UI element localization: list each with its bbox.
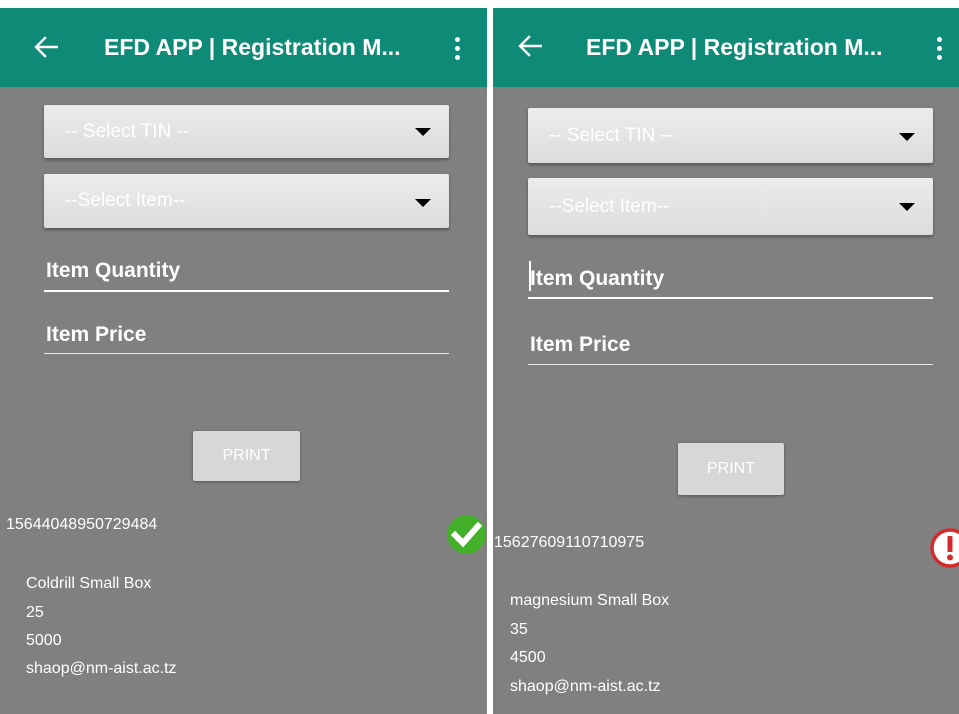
item-select[interactable]: --Select Item--: [44, 174, 449, 228]
app-bar: EFD APP | Registration M...: [0, 8, 487, 87]
print-button[interactable]: PRINT: [678, 443, 784, 495]
print-button[interactable]: PRINT: [193, 431, 300, 481]
error-exclamation-icon: [929, 527, 959, 569]
receipt-item-name: Coldrill Small Box: [26, 575, 152, 592]
app-title: EFD APP | Registration M...: [104, 34, 401, 60]
item-price-input[interactable]: Item Price: [530, 333, 630, 357]
receipt-email: shaop@nm-aist.ac.tz: [26, 660, 177, 677]
dropdown-caret-icon: [899, 203, 915, 211]
dropdown-caret-icon: [415, 199, 431, 207]
tin-select-value: -- Select TIN --: [549, 124, 674, 146]
item-quantity-input[interactable]: Item Quantity: [530, 267, 664, 291]
item-price-input[interactable]: Item Price: [46, 323, 146, 347]
tin-select[interactable]: -- Select TIN --: [528, 108, 933, 163]
price-underline: [528, 364, 933, 365]
receipt-price: 4500: [510, 649, 546, 666]
app-title: EFD APP | Registration M...: [586, 34, 883, 60]
item-quantity-input[interactable]: Item Quantity: [46, 259, 180, 283]
back-arrow-icon[interactable]: [34, 36, 58, 58]
receipt-quantity: 35: [510, 621, 528, 638]
receipt-item-name: magnesium Small Box: [510, 592, 670, 609]
more-options-icon[interactable]: [934, 37, 944, 63]
phone-screen-left: EFD APP | Registration M... -- Select TI…: [0, 8, 487, 714]
dropdown-caret-icon: [899, 133, 915, 141]
app-bar: EFD APP | Registration M...: [493, 8, 959, 87]
tin-select-value: -- Select TIN --: [65, 120, 190, 142]
item-select[interactable]: --Select Item--: [528, 178, 933, 235]
receipt-number: 15627609110710975: [494, 534, 645, 551]
price-underline: [44, 353, 449, 354]
item-select-value: --Select Item--: [65, 190, 186, 211]
receipt-number: 15644048950729484: [6, 516, 158, 533]
phone-screen-right: EFD APP | Registration M... -- Select TI…: [493, 8, 959, 714]
quantity-underline: [528, 297, 933, 299]
receipt-price: 5000: [26, 632, 62, 649]
check-circle-icon: [446, 514, 487, 555]
receipt-email: shaop@nm-aist.ac.tz: [510, 678, 661, 695]
back-arrow-icon[interactable]: [518, 35, 542, 57]
item-select-value: --Select Item--: [549, 195, 670, 217]
quantity-underline: [44, 290, 449, 292]
tin-select[interactable]: -- Select TIN --: [44, 105, 449, 158]
dropdown-caret-icon: [415, 128, 431, 136]
receipt-quantity: 25: [26, 604, 44, 621]
more-options-icon[interactable]: [452, 37, 462, 63]
